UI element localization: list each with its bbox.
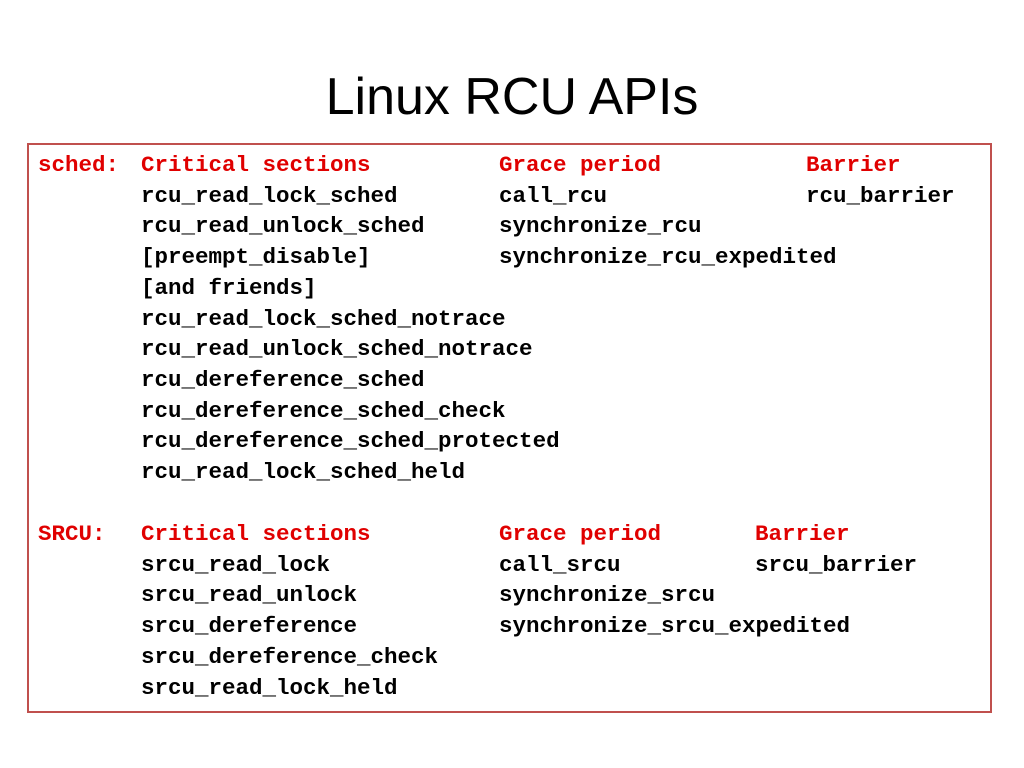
srcu-label: SRCU: — [38, 521, 106, 547]
critical-sections-header: Critical sections — [141, 152, 371, 178]
critical-section-api: rcu_read_unlock_sched_notrace — [141, 336, 533, 363]
grace-period-api: call_rcu — [499, 182, 608, 209]
critical-section-api: rcu_dereference_sched_protected — [141, 428, 560, 455]
critical-section-api: srcu_dereference_check — [141, 643, 439, 670]
grace-period-api: synchronize_srcu_expedited — [499, 613, 851, 640]
critical-section-api: rcu_read_unlock_sched — [141, 213, 425, 240]
grace-period-header: Grace period — [499, 521, 662, 547]
barrier-api: srcu_barrier — [755, 551, 918, 578]
critical-section-api: srcu_read_lock_held — [141, 674, 398, 701]
critical-section-api: rcu_read_lock_sched_notrace — [141, 305, 506, 332]
barrier-api: rcu_barrier — [806, 182, 955, 209]
grace-period-api: call_srcu — [499, 551, 621, 578]
grace-period-api: synchronize_rcu — [499, 213, 702, 240]
grace-period-api: synchronize_srcu — [499, 582, 716, 609]
critical-section-api: [and friends] — [141, 274, 317, 301]
grace-period-api: synchronize_rcu_expedited — [499, 244, 837, 271]
critical-section-api: srcu_dereference — [141, 613, 358, 640]
slide-title: Linux RCU APIs — [325, 68, 699, 126]
critical-section-api: srcu_read_lock — [141, 551, 331, 578]
critical-section-api: rcu_dereference_sched_check — [141, 397, 506, 424]
critical-section-api: rcu_read_lock_sched_held — [141, 459, 466, 485]
critical-section-api: [preempt_disable] — [141, 244, 371, 271]
critical-section-api: rcu_read_lock_sched — [141, 182, 398, 209]
sched-label: sched: — [38, 152, 120, 178]
barrier-header: Barrier — [806, 152, 901, 178]
critical-sections-header: Critical sections — [141, 521, 371, 547]
grace-period-header: Grace period — [499, 152, 662, 178]
critical-section-api: srcu_read_unlock — [141, 582, 358, 609]
barrier-header: Barrier — [755, 521, 850, 547]
critical-section-api: rcu_dereference_sched — [141, 366, 425, 393]
